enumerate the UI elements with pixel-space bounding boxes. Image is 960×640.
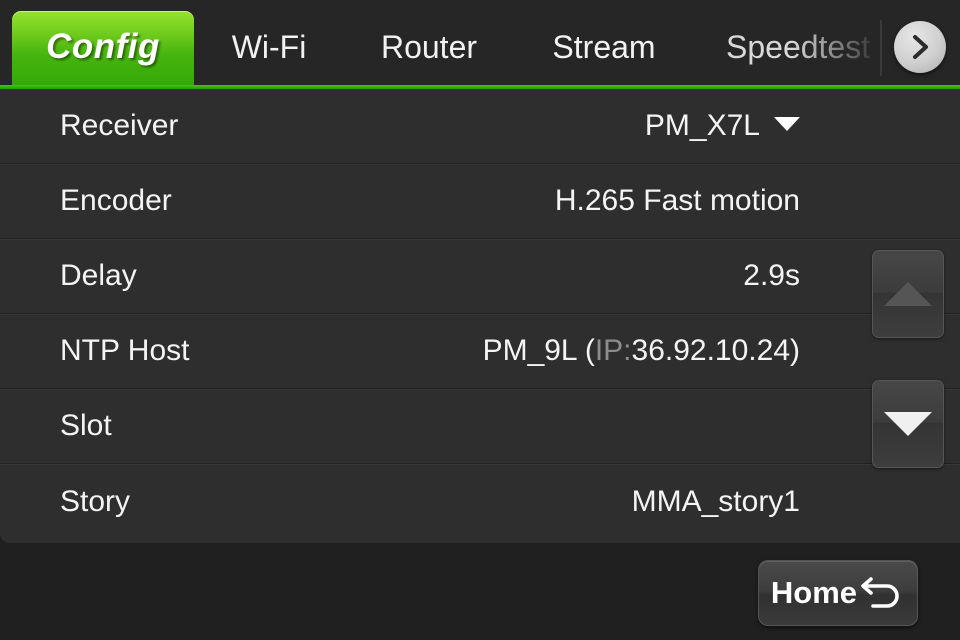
ntp-ip-prefix: IP:: [594, 334, 632, 367]
settings-list: Receiver PM_X7L Encoder H.265 Fast motio…: [0, 89, 960, 543]
tab-config-label: Config: [46, 27, 160, 66]
table-row[interactable]: Receiver PM_X7L: [0, 89, 960, 164]
row-label-ntp-host: NTP Host: [60, 334, 190, 367]
tab-router-label: Router: [380, 28, 478, 65]
home-button[interactable]: Home: [758, 560, 918, 626]
chevron-right-icon: [913, 35, 928, 59]
row-label-encoder: Encoder: [60, 184, 172, 217]
row-value-ntp-host: PM_9L (IP:36.92.10.24): [482, 334, 800, 367]
row-value-story: MMA_story1: [631, 484, 800, 518]
row-value-delay: 2.9s: [743, 259, 800, 292]
row-label-delay: Delay: [60, 259, 137, 292]
row-label-story: Story: [60, 484, 131, 518]
tab-wifi[interactable]: Wi-Fi: [228, 11, 310, 83]
row-value-receiver[interactable]: PM_X7L: [645, 109, 800, 143]
tab-bar: Config Wi-Fi Router Stream Speedtest: [0, 0, 960, 89]
row-value-encoder: H.265 Fast motion: [554, 184, 800, 217]
triangle-up-icon: [884, 282, 932, 306]
tab-config[interactable]: Config: [12, 11, 194, 87]
row-label-slot: Slot: [60, 409, 112, 442]
home-button-label: Home: [770, 575, 858, 610]
tab-router[interactable]: Router: [374, 11, 484, 83]
table-row[interactable]: NTP Host PM_9L (IP:36.92.10.24): [0, 314, 960, 389]
scroll-up-button[interactable]: [872, 250, 944, 338]
table-row[interactable]: Story MMA_story1: [0, 464, 960, 539]
tab-wifi-label: Wi-Fi: [231, 28, 307, 65]
next-tabs-button[interactable]: [894, 21, 946, 73]
table-row[interactable]: Encoder H.265 Fast motion: [0, 164, 960, 239]
tab-speedtest-label: Speedtest: [726, 28, 871, 65]
tab-stream-label: Stream: [552, 28, 656, 65]
return-arrow-icon: [861, 577, 899, 608]
app-root: Config Wi-Fi Router Stream Speedtest Rec…: [0, 0, 960, 640]
table-row[interactable]: Slot: [0, 389, 960, 464]
caret-down-icon: [774, 117, 800, 131]
tab-overflow-divider: [880, 20, 882, 76]
triangle-down-icon: [884, 412, 932, 436]
table-row[interactable]: Delay 2.9s: [0, 239, 960, 314]
tab-speedtest[interactable]: Speedtest: [700, 11, 882, 83]
tab-stream[interactable]: Stream: [544, 11, 664, 83]
scroll-down-button[interactable]: [872, 380, 944, 468]
row-label-receiver: Receiver: [60, 109, 179, 142]
